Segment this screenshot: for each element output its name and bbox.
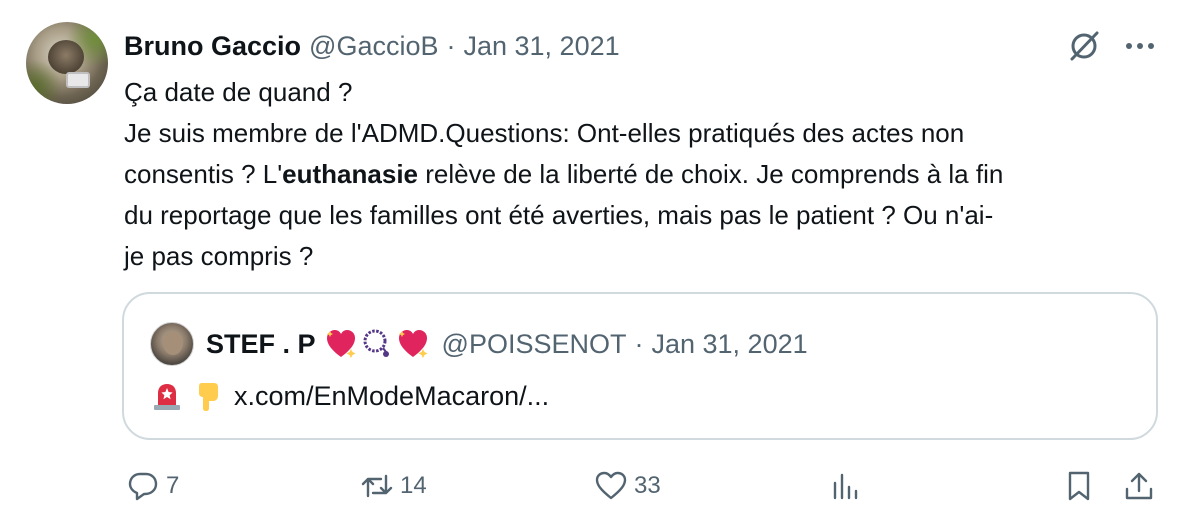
pointing-down-icon (199, 383, 218, 411)
tweet-line: du reportage que les familles ont été av… (124, 200, 994, 230)
more-icon[interactable] (1122, 34, 1158, 58)
like-count: 33 (634, 472, 661, 499)
quoted-tweet-link[interactable]: x.com/EnModeMacaron/... (234, 381, 549, 412)
highlighted-keyword: euthanasie (282, 159, 418, 189)
bookmark-icon (1068, 471, 1090, 501)
retweet-count: 14 (400, 472, 427, 499)
avatar-face (48, 40, 84, 74)
quoted-author-name: STEF . P (206, 328, 316, 359)
retweet-icon (361, 474, 393, 498)
tweet-line: Ça date de quand ? (124, 77, 353, 107)
bookmark-button[interactable] (1062, 468, 1096, 504)
share-button[interactable] (1122, 468, 1156, 504)
tweet-actions: 7 14 33 (0, 462, 1190, 510)
tweet-header: Bruno Gaccio @GaccioB · Jan 31, 2021 (124, 26, 620, 66)
analytics-icon (833, 473, 858, 500)
tweet-text: Ça date de quand ? Je suis membre de l'A… (124, 72, 1134, 277)
police-light-icon (154, 384, 180, 410)
tweet-line: consentis ? L'euthanasie relève de la li… (124, 154, 1134, 195)
tweet-line: Je suis membre de l'ADMD.Questions: Ont-… (124, 118, 965, 148)
like-button[interactable]: 33 (594, 468, 661, 504)
quoted-author-avatar (150, 322, 194, 366)
tweet-date[interactable]: Jan 31, 2021 (463, 31, 619, 62)
share-icon (1125, 472, 1153, 500)
author-name[interactable]: Bruno Gaccio (124, 31, 301, 62)
heart-icon (595, 471, 627, 500)
quoted-tweet[interactable]: STEF . P @POISSENOT · Jan 31, 2021 x.com… (122, 292, 1158, 440)
quoted-tweet-body: x.com/EnModeMacaron/... (150, 376, 549, 416)
sparkling-heart-icon (398, 330, 428, 358)
quoted-header-separator: · (634, 328, 644, 359)
author-handle[interactable]: @GaccioB (309, 31, 438, 62)
quoted-tweet-date: Jan 31, 2021 (651, 328, 808, 359)
views-button[interactable] (828, 468, 862, 504)
reply-icon (128, 472, 158, 501)
grok-icon[interactable] (1066, 28, 1102, 64)
tweet-line: je pas compris ? (124, 241, 314, 271)
tweet-text-segment: relève de la liberté de choix. Je compre… (418, 159, 1004, 189)
quoted-tweet-header: STEF . P @POISSENOT · Jan 31, 2021 (150, 322, 808, 366)
reply-count: 7 (166, 472, 180, 499)
tweet-text-segment: consentis ? L' (124, 159, 283, 189)
sparkling-heart-icon (326, 330, 356, 358)
author-avatar[interactable] (26, 22, 108, 104)
retweet-button[interactable]: 14 (360, 468, 427, 504)
quoted-author-handle: @POISSENOT (441, 328, 627, 359)
prayer-beads-icon (363, 329, 389, 357)
avatar-phone (66, 72, 90, 88)
reply-button[interactable]: 7 (126, 468, 179, 504)
header-separator: · (446, 30, 456, 61)
